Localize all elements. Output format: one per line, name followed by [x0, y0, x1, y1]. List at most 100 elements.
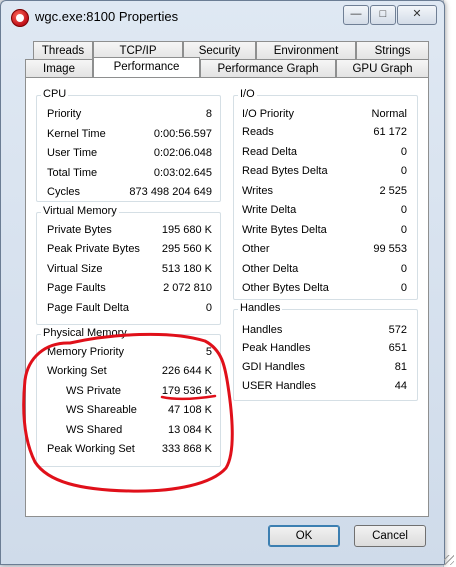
virtual-memory-group-title: Virtual Memory [41, 205, 119, 217]
row-label: User Time [47, 147, 98, 159]
tab-performance[interactable]: Performance [93, 57, 200, 77]
row-label: Cycles [47, 186, 81, 198]
row-label: Write Bytes Delta [242, 224, 327, 236]
row-value: 13 084 K [167, 424, 212, 436]
row-value: 99 553 [373, 243, 407, 255]
handles-row-gdi-handles: GDI Handles 81 [242, 361, 407, 375]
tab-image[interactable]: Image [25, 59, 93, 77]
resize-grip-icon[interactable] [444, 555, 454, 565]
cpu-group-title: CPU [41, 88, 69, 100]
vm-row-peak-private-bytes: Peak Private Bytes 295 560 K [47, 243, 212, 257]
row-value: 651 [388, 342, 407, 354]
row-label: Peak Working Set [47, 443, 135, 455]
row-label: Total Time [47, 167, 98, 179]
io-row-read-delta: Read Delta 0 [242, 146, 407, 160]
tab-gpu-graph[interactable]: GPU Graph [336, 59, 429, 77]
row-value: 0 [400, 165, 407, 177]
row-label: Virtual Size [47, 263, 103, 275]
tab-performance-graph[interactable]: Performance Graph [200, 59, 336, 77]
row-value: 0 [205, 302, 212, 314]
row-label: Peak Private Bytes [47, 243, 140, 255]
tab-strings[interactable]: Strings [356, 41, 429, 59]
row-label: WS Shareable [66, 404, 137, 416]
row-label: Memory Priority [47, 346, 125, 358]
row-value: 2 525 [379, 185, 407, 197]
row-label: Private Bytes [47, 224, 112, 236]
row-value: 333 868 K [161, 443, 212, 455]
row-label: Reads [242, 126, 274, 138]
row-label: WS Shared [66, 424, 123, 436]
row-value: 0 [400, 263, 407, 275]
cpu-row-total-time: Total Time 0:03:02.645 [47, 167, 212, 181]
row-label: Read Bytes Delta [242, 165, 328, 177]
cancel-button[interactable]: Cancel [354, 525, 426, 547]
row-value: 0 [400, 282, 407, 294]
row-value: 572 [388, 324, 407, 336]
io-row-other-delta: Other Delta 0 [242, 263, 407, 277]
ok-button[interactable]: OK [268, 525, 340, 547]
pm-row-ws-private: WS Private 179 536 K [66, 385, 212, 399]
row-label: Page Fault Delta [47, 302, 129, 314]
maximize-button[interactable]: □ [370, 5, 396, 25]
row-value: 513 180 K [161, 263, 212, 275]
row-value: 44 [394, 380, 407, 392]
row-value: 0:03:02.645 [153, 167, 212, 179]
cpu-row-cycles: Cycles 873 498 204 649 [47, 186, 212, 200]
row-value: 0 [400, 224, 407, 236]
pm-row-ws-shareable: WS Shareable 47 108 K [66, 404, 212, 418]
row-label: GDI Handles [242, 361, 305, 373]
row-label: WS Private [66, 385, 122, 397]
app-icon [11, 9, 29, 27]
row-value: 295 560 K [161, 243, 212, 255]
io-row-other-bytes-delta: Other Bytes Delta 0 [242, 282, 407, 296]
handles-row-handles: Handles 572 [242, 324, 407, 338]
io-row-io-priority: I/O Priority Normal [242, 108, 407, 122]
io-row-writes: Writes 2 525 [242, 185, 407, 199]
row-value: 5 [205, 346, 212, 358]
row-label: Writes [242, 185, 273, 197]
vm-row-virtual-size: Virtual Size 513 180 K [47, 263, 212, 277]
row-value: 0 [400, 146, 407, 158]
vm-row-page-faults: Page Faults 2 072 810 [47, 282, 212, 296]
row-value: 179 536 K [161, 385, 212, 397]
io-row-read-bytes-delta: Read Bytes Delta 0 [242, 165, 407, 179]
minimize-button[interactable]: — [343, 5, 369, 25]
handles-row-peak-handles: Peak Handles 651 [242, 342, 407, 356]
io-row-write-delta: Write Delta 0 [242, 204, 407, 218]
row-label: Peak Handles [242, 342, 311, 354]
io-row-reads: Reads 61 172 [242, 126, 407, 140]
row-label: Working Set [47, 365, 107, 377]
io-row-other: Other 99 553 [242, 243, 407, 257]
row-label: Other Delta [242, 263, 299, 275]
row-label: Priority [47, 108, 82, 120]
row-value: 226 644 K [161, 365, 212, 377]
row-value: Normal [371, 108, 407, 120]
row-value: 873 498 204 649 [129, 186, 212, 198]
tab-environment[interactable]: Environment [256, 41, 356, 59]
window-title: wgc.exe:8100 Properties [35, 9, 179, 24]
vm-row-page-fault-delta: Page Fault Delta 0 [47, 302, 212, 316]
row-value: 81 [394, 361, 407, 373]
row-value: 8 [205, 108, 212, 120]
row-value: 2 072 810 [163, 282, 212, 294]
pm-row-working-set: Working Set 226 644 K [47, 365, 212, 379]
row-label: Write Delta [242, 204, 297, 216]
row-value: 0 [400, 204, 407, 216]
handles-row-user-handles: USER Handles 44 [242, 380, 407, 394]
cpu-row-kernel-time: Kernel Time 0:00:56.597 [47, 128, 212, 142]
row-label: Kernel Time [47, 128, 106, 140]
title-bar[interactable]: wgc.exe:8100 Properties — □ ✕ [1, 1, 444, 31]
row-label: Handles [242, 324, 283, 336]
row-label: Read Delta [242, 146, 298, 158]
physical-memory-group-title: Physical Memory [41, 327, 129, 339]
close-button[interactable]: ✕ [397, 5, 437, 25]
row-value: 47 108 K [167, 404, 212, 416]
pm-row-ws-shared: WS Shared 13 084 K [66, 424, 212, 438]
row-label: I/O Priority [242, 108, 294, 120]
row-label: Other Bytes Delta [242, 282, 329, 294]
cpu-row-priority: Priority 8 [47, 108, 212, 122]
row-value: 0:00:56.597 [153, 128, 212, 140]
vm-row-private-bytes: Private Bytes 195 680 K [47, 224, 212, 238]
tab-threads[interactable]: Threads [33, 41, 93, 59]
row-label: USER Handles [242, 380, 316, 392]
